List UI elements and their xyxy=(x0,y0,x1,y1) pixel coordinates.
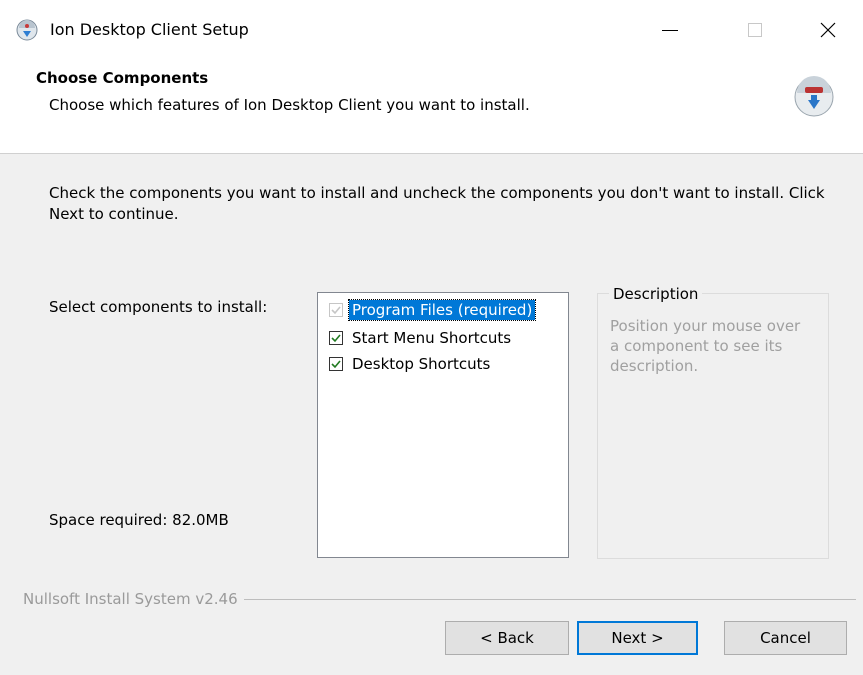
minimize-icon xyxy=(662,29,678,31)
component-label: Start Menu Shortcuts xyxy=(352,329,512,347)
next-button[interactable]: Next > xyxy=(577,621,698,655)
back-button[interactable]: < Back xyxy=(445,621,569,655)
component-start-menu-shortcuts[interactable]: Start Menu Shortcuts xyxy=(329,326,514,350)
nsis-branding-text: Nullsoft Install System v2.46 xyxy=(23,589,244,609)
maximize-icon xyxy=(748,23,762,37)
close-icon xyxy=(820,22,836,38)
instructions-text: Check the components you want to install… xyxy=(49,184,825,223)
close-button[interactable] xyxy=(806,12,850,48)
space-required-label: Space required: 82.0MB xyxy=(49,511,229,529)
nsis-logo-icon xyxy=(793,76,835,118)
checkbox-checked[interactable] xyxy=(329,331,343,345)
window-title: Ion Desktop Client Setup xyxy=(50,20,249,39)
description-legend: Description xyxy=(609,284,703,304)
components-tree[interactable]: Program Files (required) Start Menu Shor… xyxy=(317,292,569,558)
page-subtitle: Choose which features of Ion Desktop Cli… xyxy=(49,96,530,114)
description-text: Position your mouse over a component to … xyxy=(610,317,801,375)
component-program-files[interactable]: Program Files (required) xyxy=(329,298,537,322)
maximize-button[interactable] xyxy=(733,12,777,48)
minimize-button[interactable] xyxy=(648,12,692,48)
component-label: Program Files (required) xyxy=(347,299,537,321)
component-desktop-shortcuts[interactable]: Desktop Shortcuts xyxy=(329,352,493,376)
checkbox-disabled-checked xyxy=(329,303,343,317)
page-title: Choose Components xyxy=(36,69,209,87)
cancel-button[interactable]: Cancel xyxy=(724,621,847,655)
app-installer-icon xyxy=(16,19,38,41)
component-label: Desktop Shortcuts xyxy=(352,355,491,373)
checkbox-checked[interactable] xyxy=(329,357,343,371)
select-components-label: Select components to install: xyxy=(49,298,268,316)
